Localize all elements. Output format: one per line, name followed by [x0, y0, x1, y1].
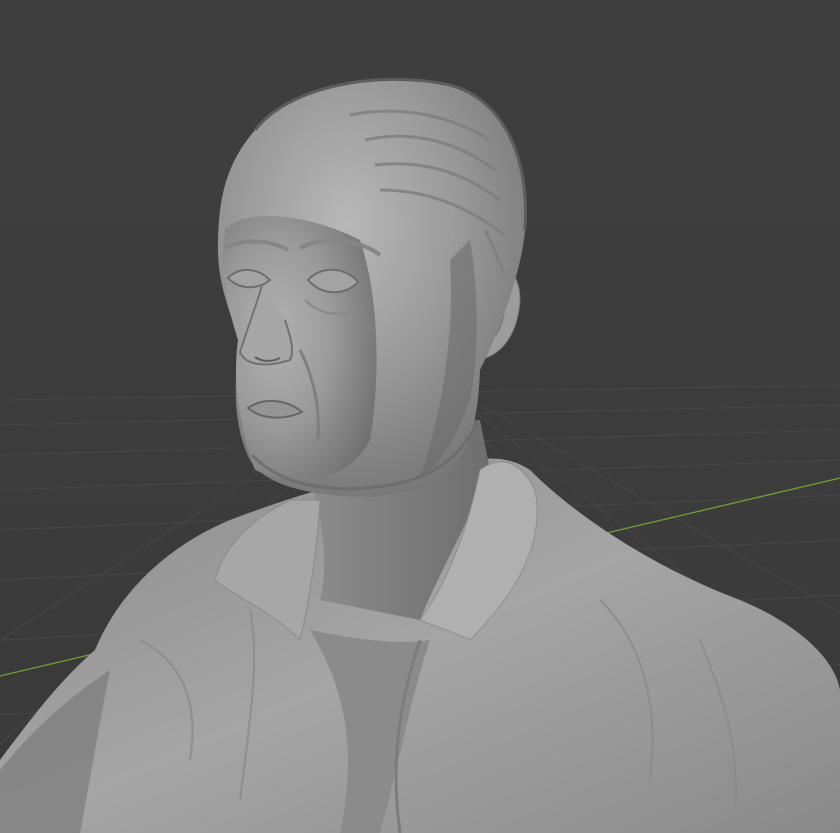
- viewport-canvas[interactable]: [0, 0, 840, 833]
- 3d-viewport[interactable]: [0, 0, 840, 833]
